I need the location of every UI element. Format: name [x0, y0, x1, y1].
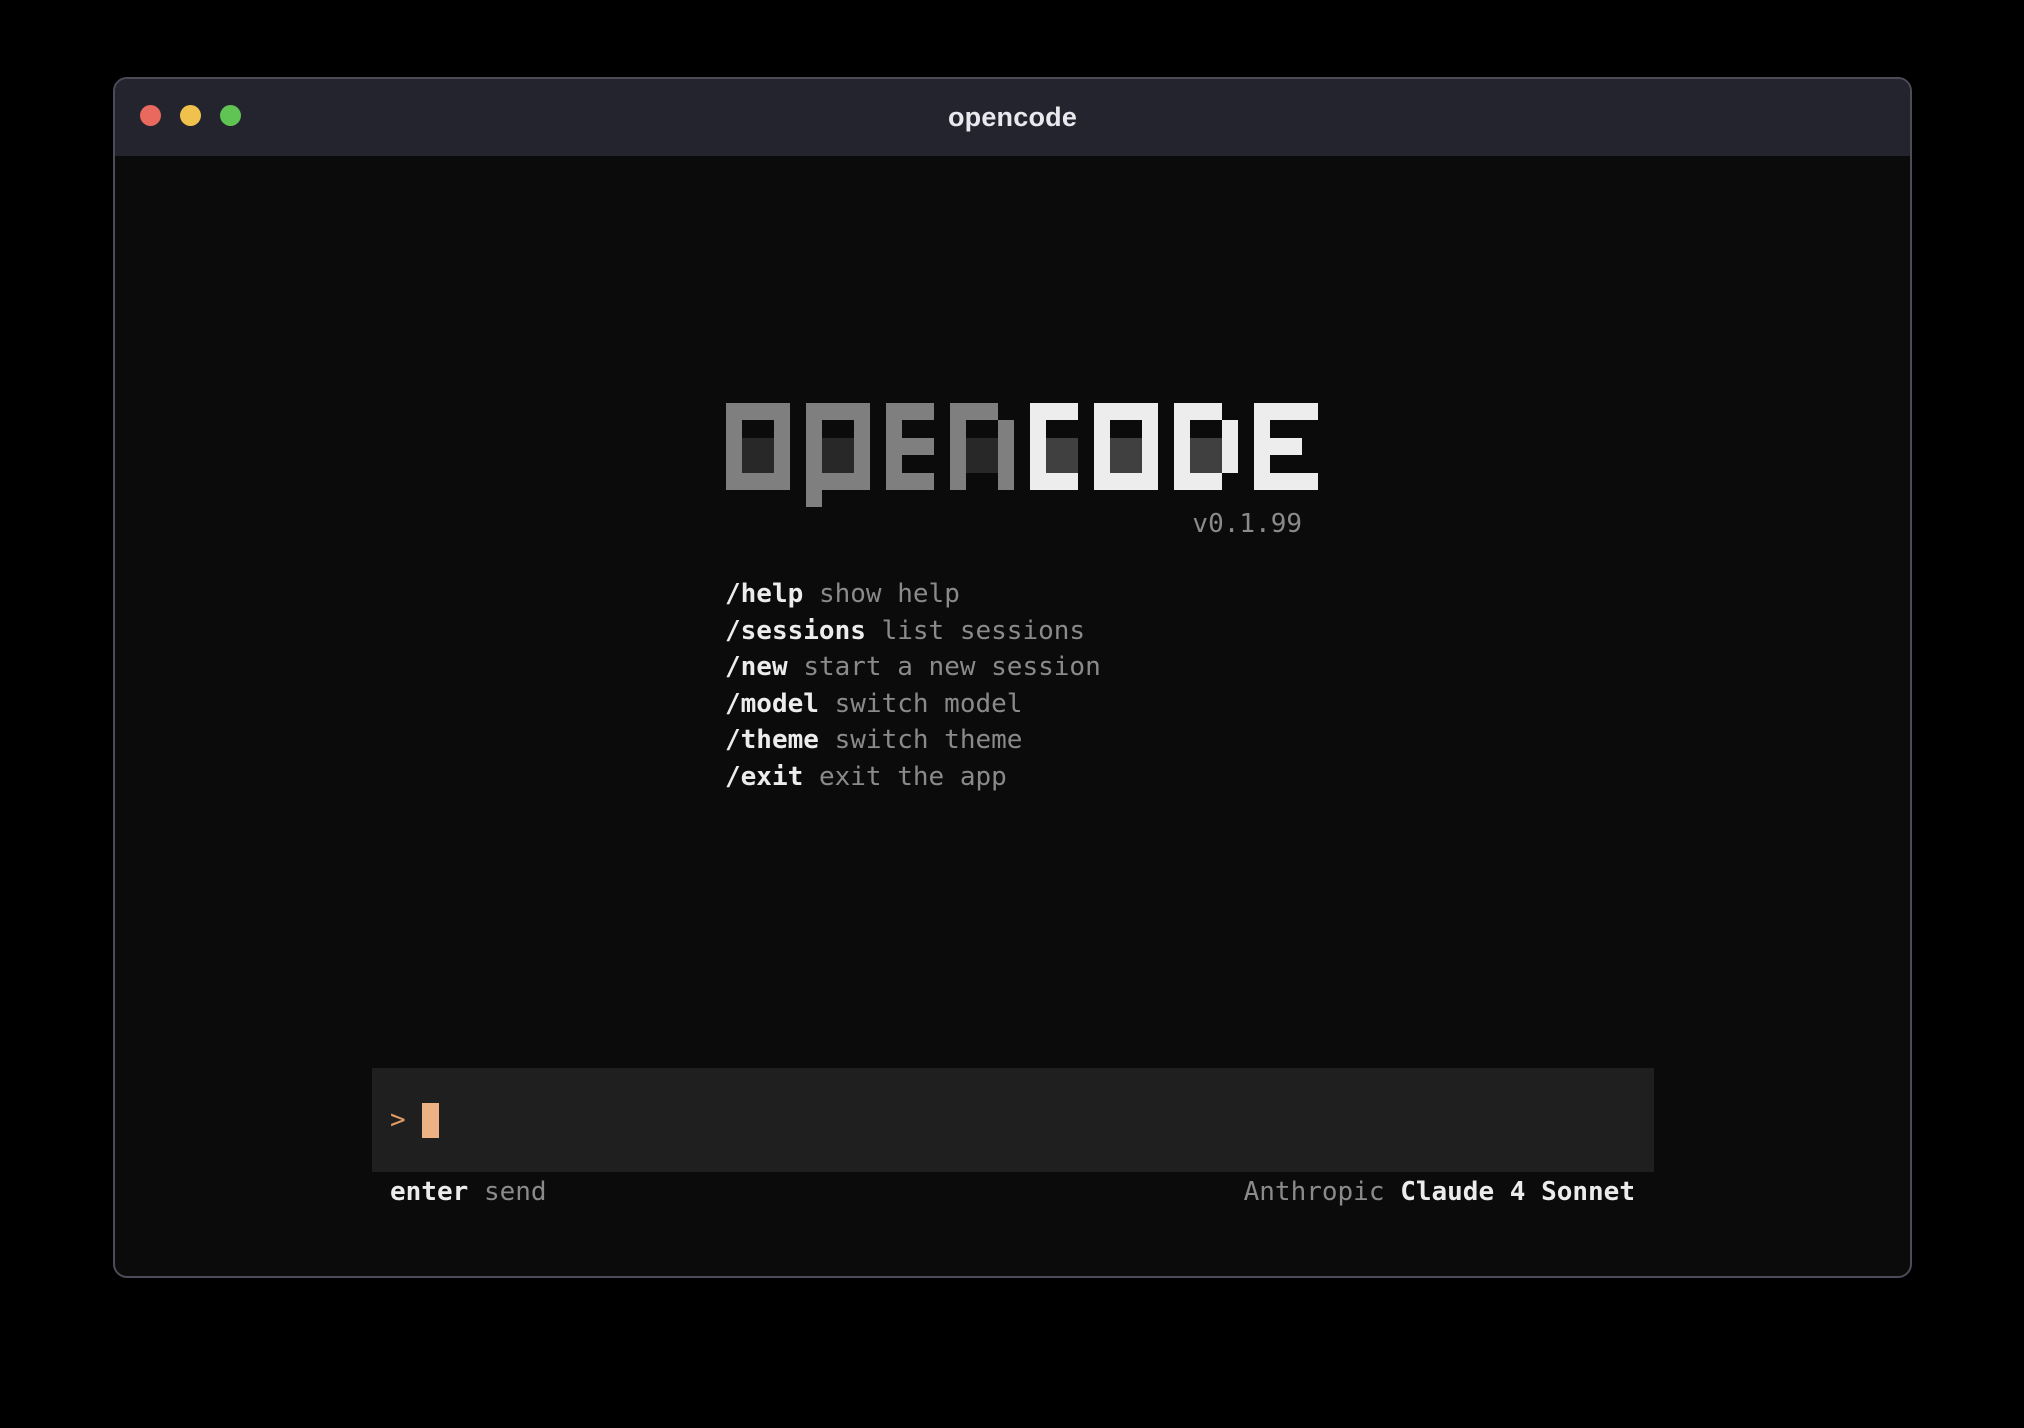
command-name: /help	[725, 579, 803, 609]
zoom-button[interactable]	[220, 105, 241, 126]
command-name: /new	[725, 652, 788, 682]
model-indicator: Anthropic Claude 4 Sonnet	[1244, 1175, 1635, 1209]
close-button[interactable]	[140, 105, 161, 126]
window-title: opencode	[948, 102, 1077, 133]
command-item: /help show help	[725, 576, 1101, 613]
command-name: /model	[725, 689, 819, 719]
command-description: exit the app	[819, 762, 1007, 792]
logo-letter-d	[1174, 403, 1238, 490]
opencode-logo	[726, 403, 1318, 507]
traffic-lights	[140, 105, 241, 126]
command-item: /model switch model	[725, 686, 1101, 723]
minimize-button[interactable]	[180, 105, 201, 126]
command-description: list sessions	[882, 616, 1086, 646]
command-name: /theme	[725, 725, 819, 755]
command-list: /help show help/sessions list sessions/new…	[725, 576, 1101, 795]
command-item: /new start a new session	[725, 649, 1101, 686]
app-window: opencode v0.1.99 /help show help/sessions…	[113, 77, 1912, 1278]
logo-letter-c	[1030, 403, 1078, 490]
send-hint: enter send	[390, 1175, 547, 1209]
command-name: /exit	[725, 762, 803, 792]
key-action: send	[484, 1177, 547, 1207]
status-bar: enter send Anthropic Claude 4 Sonnet	[372, 1175, 1654, 1209]
logo-letter-e	[886, 403, 934, 490]
command-item: /exit exit the app	[725, 759, 1101, 796]
version-label: v0.1.99	[726, 511, 1302, 537]
command-description: switch theme	[835, 725, 1023, 755]
model-label: Claude 4 Sonnet	[1400, 1177, 1635, 1207]
logo-letter-o	[726, 403, 790, 490]
logo-letter-p	[806, 403, 870, 507]
key-hint: enter	[390, 1177, 468, 1207]
provider-label: Anthropic	[1244, 1177, 1385, 1207]
command-description: show help	[819, 579, 960, 609]
text-cursor	[422, 1103, 439, 1138]
logo-letter-e	[1254, 403, 1318, 490]
logo-letter-o	[1094, 403, 1158, 490]
prompt-input[interactable]: >	[372, 1068, 1654, 1172]
command-description: start a new session	[803, 652, 1100, 682]
command-description: switch model	[835, 689, 1023, 719]
prompt-symbol: >	[390, 1103, 406, 1138]
command-item: /sessions list sessions	[725, 613, 1101, 650]
command-item: /theme switch theme	[725, 722, 1101, 759]
logo-letter-n	[950, 403, 1014, 490]
title-bar: opencode	[115, 79, 1910, 156]
command-name: /sessions	[725, 616, 866, 646]
